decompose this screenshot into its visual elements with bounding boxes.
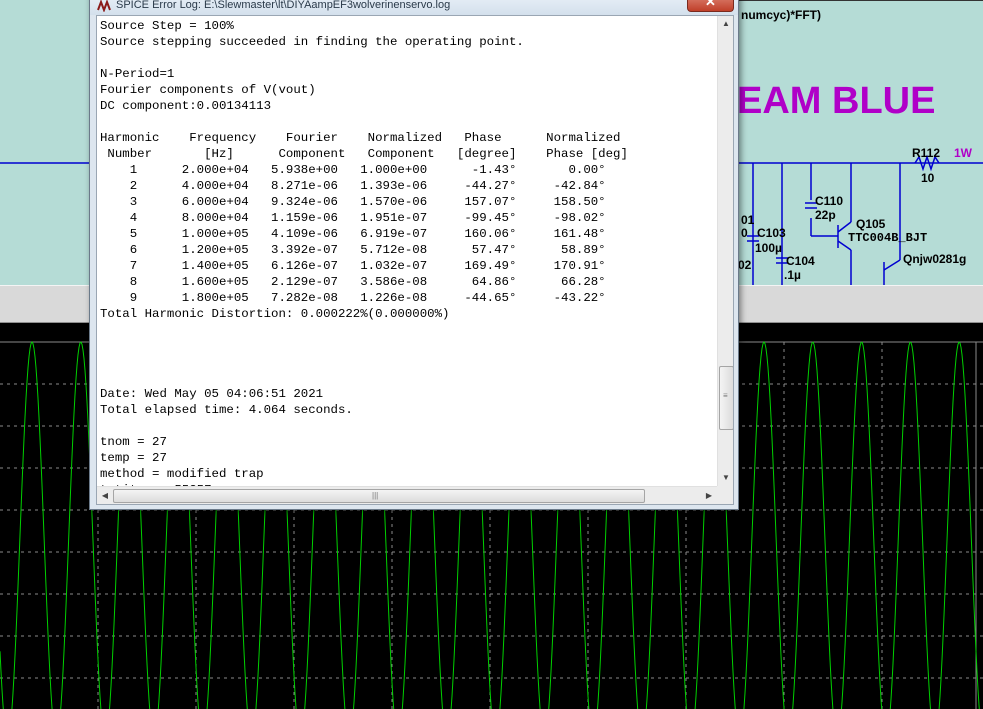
log-line: temp = 27	[100, 451, 167, 465]
log-line: method = modified trap	[100, 467, 264, 481]
log-line: 9 1.800e+05 7.282e-08 1.226e-08 -44.65° …	[100, 291, 606, 305]
label-r112[interactable]: R112	[912, 146, 940, 160]
log-line: 4 8.000e+04 1.159e-06 1.951e-07 -99.45° …	[100, 211, 606, 225]
log-line: tnom = 27	[100, 435, 167, 449]
log-line: 3 6.000e+04 9.324e-06 1.570e-06 157.07° …	[100, 195, 606, 209]
label-c110[interactable]: C110	[815, 194, 843, 208]
log-line: 1 2.000e+04 5.938e+00 1.000e+00 -1.43° 0…	[100, 163, 606, 177]
window-title: SPICE Error Log: E:\Slewmaster\lt\DIYAam…	[116, 0, 451, 11]
log-line: Fourier components of V(vout)	[100, 83, 316, 97]
log-line: 6 1.200e+05 3.392e-07 5.712e-08 57.47° 5…	[100, 243, 606, 257]
log-line: 7 1.400e+05 6.126e-07 1.032e-07 169.49° …	[100, 259, 606, 273]
scrollbar-corner	[717, 486, 733, 504]
grip-icon: ≡	[723, 391, 728, 400]
log-line: 5 1.000e+05 4.109e-06 6.919e-07 160.06° …	[100, 227, 606, 241]
label-partial-0: 0	[741, 226, 748, 240]
log-line: Source stepping succeeded in finding the…	[100, 35, 524, 49]
scroll-left-arrow-icon[interactable]: ◀	[97, 488, 113, 504]
label-partial-01: 01	[741, 213, 755, 227]
label-c104-value[interactable]: .1µ	[784, 268, 801, 282]
horizontal-scroll-thumb[interactable]: |||	[113, 489, 645, 503]
scroll-up-arrow-icon[interactable]: ▲	[718, 16, 733, 32]
grip-icon: |||	[372, 491, 379, 500]
fft-formula-text: numcyc)*FFT)	[741, 8, 822, 22]
label-c104[interactable]: C104	[786, 254, 815, 268]
log-content[interactable]: Source Step = 100% Source stepping succe…	[100, 18, 718, 488]
log-line: Total elapsed time: 4.064 seconds.	[100, 403, 353, 417]
log-line: 2 4.000e+04 8.271e-06 1.393e-06 -44.27° …	[100, 179, 606, 193]
log-line: 8 1.600e+05 2.129e-07 3.586e-08 64.86° 6…	[100, 275, 606, 289]
label-partial-02: 02	[738, 258, 752, 272]
label-q105[interactable]: Q105	[856, 217, 885, 231]
label-transistor-model[interactable]: Qnjw0281g	[903, 252, 966, 266]
ltspice-icon	[97, 0, 111, 12]
log-text-area[interactable]: Source Step = 100% Source stepping succe…	[96, 15, 734, 505]
label-q105-model[interactable]: TTC004B_BJT	[848, 231, 927, 245]
title-bar[interactable]: SPICE Error Log: E:\Slewmaster\lt\DIYAam…	[90, 0, 738, 15]
label-c110-value[interactable]: 22p	[815, 208, 836, 222]
label-c103-value[interactable]: 100µ	[755, 241, 782, 255]
schematic-banner-text: EAM BLUE	[737, 80, 936, 122]
log-line: Source Step = 100%	[100, 19, 234, 33]
label-r112-value[interactable]: 10	[921, 171, 934, 185]
close-button[interactable]: ✕	[687, 0, 734, 12]
log-line: DC component:0.00134113	[100, 99, 272, 113]
vertical-scroll-thumb[interactable]: ≡	[719, 366, 733, 430]
label-r112-power: 1W	[954, 146, 972, 160]
spice-error-log-window[interactable]: SPICE Error Log: E:\Slewmaster\lt\DIYAam…	[89, 0, 739, 510]
scroll-right-arrow-icon[interactable]: ▶	[701, 488, 717, 504]
log-line: Date: Wed May 05 04:06:51 2021	[100, 387, 324, 401]
log-line: Number [Hz] Component Component [degree]…	[100, 147, 628, 161]
vertical-scrollbar[interactable]: ▲ ≡ ▼	[717, 16, 733, 486]
horizontal-scrollbar[interactable]: ◀ ||| ▶	[97, 486, 717, 504]
scroll-down-arrow-icon[interactable]: ▼	[718, 470, 733, 486]
log-line: Total Harmonic Distortion: 0.000222%(0.0…	[100, 307, 450, 321]
log-line: N-Period=1	[100, 67, 175, 81]
log-line: Harmonic Frequency Fourier Normalized Ph…	[100, 131, 621, 145]
label-c103[interactable]: C103	[757, 226, 786, 240]
